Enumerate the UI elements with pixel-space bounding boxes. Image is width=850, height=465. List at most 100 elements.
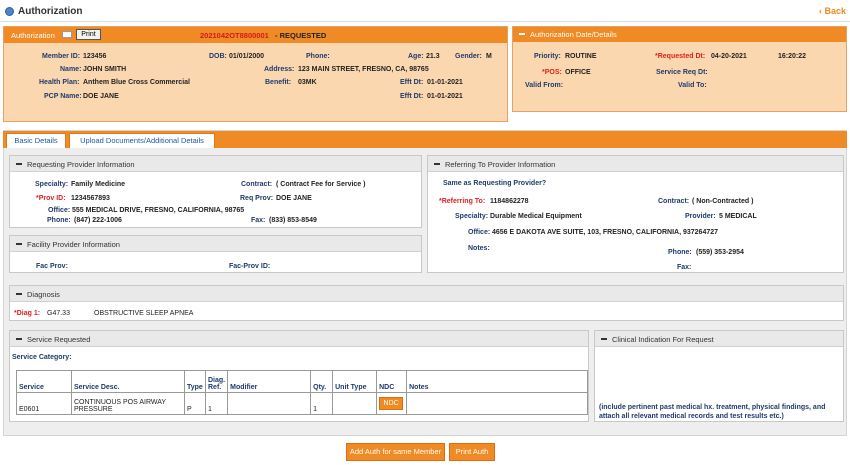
fax: (833) 853-8549 (269, 217, 317, 224)
tab-upload-documents[interactable]: Upload Documents/Additional Details (69, 133, 215, 148)
pcp-efft-dt-label: Efft Dt: (400, 93, 424, 100)
mail-icon[interactable] (62, 31, 72, 38)
diagnosis-panel: Diagnosis *Diag 1: G47.33 OBSTRUCTIVE SL… (9, 285, 844, 321)
auth-bar-label: Authorization (11, 31, 55, 40)
contract: ( Contract Fee for Service ) (276, 181, 366, 188)
priority-label: Priority: (534, 53, 561, 60)
diag1-label: *Diag 1: (14, 310, 41, 317)
prov-id: 1234567893 (71, 195, 110, 202)
address: 123 MAIN STREET, FRESNO, CA, 98765 (298, 66, 429, 73)
pcp-name: DOE JANE (83, 93, 119, 100)
requesting-provider-header: Requesting Provider Information (10, 156, 421, 172)
tab-basic-details[interactable]: Basic Details (6, 133, 66, 148)
service-diag-ref: 1 (204, 392, 229, 415)
referring-to-label: *Referring To: (439, 198, 486, 205)
specialty: Durable Medical Equipment (490, 213, 582, 220)
req-prov-label: Req Prov: (240, 195, 274, 202)
valid-from-label: Valid From: (525, 82, 564, 89)
referring-provider-header: Referring To Provider Information (428, 156, 843, 172)
diag1-desc: OBSTRUCTIVE SLEEP APNEA (94, 310, 194, 317)
title-divider (0, 21, 850, 22)
contract: ( Non-Contracted ) (692, 198, 754, 205)
specialty: Family Medicine (71, 181, 126, 188)
age: 21.3 (426, 53, 440, 60)
member-panel: Authorization Print 2021042OT8800001 - R… (3, 26, 508, 122)
print-button[interactable]: Print (76, 29, 101, 40)
fac-prov-id-label: Fac-Prov ID: (229, 263, 271, 270)
col-diag-ref: Diag. Ref. (204, 370, 229, 393)
diagnosis-header: Diagnosis (10, 286, 843, 302)
back-link[interactable]: ‹ Back (819, 6, 846, 16)
collapse-icon[interactable] (16, 293, 22, 295)
phone: (559) 353-2954 (696, 249, 744, 256)
collapse-icon[interactable] (601, 338, 607, 340)
age-label: Age: (408, 53, 424, 60)
auth-details-header: Authorization Date/Details (513, 27, 846, 42)
referring-to: 1184862278 (490, 198, 529, 205)
collapse-icon[interactable] (434, 163, 440, 165)
dob-label: DOB: (209, 53, 227, 60)
col-qty: Qty. (310, 370, 334, 393)
add-auth-same-member-button[interactable]: Add Auth for same Member (346, 443, 445, 461)
table-header-row: Service Service Desc. Type Diag. Ref. Mo… (16, 370, 588, 393)
collapse-icon[interactable] (519, 33, 525, 35)
fax-label: Fax: (677, 264, 692, 271)
auth-details-panel: Authorization Date/Details Priority: ROU… (512, 26, 847, 112)
ndc-button[interactable]: NDC (379, 397, 404, 410)
col-service: Service (16, 370, 72, 393)
requested-dt: 04-20-2021 (711, 53, 747, 60)
pcp-efft-dt: 01-01-2021 (427, 93, 463, 100)
requested-time: 16:20:22 (778, 53, 807, 60)
valid-to-label: Valid To: (678, 82, 707, 89)
member-id-label: Member ID: (42, 53, 81, 60)
service-desc: CONTINUOUS POS AIRWAY PRESSURE (71, 392, 185, 415)
service-table: Service Service Desc. Type Diag. Ref. Mo… (16, 370, 588, 415)
health-plan: Anthem Blue Cross Commercial (83, 79, 190, 86)
office: 555 MEDICAL DRIVE, FRESNO, CALIFORNIA, 9… (72, 207, 245, 214)
office-label: Office: (48, 207, 71, 214)
pos: OFFICE (565, 69, 591, 76)
req-prov: DOE JANE (276, 195, 312, 202)
clinical-indication-panel: Clinical Indication For Request (include… (594, 330, 844, 422)
service-category-label: Service Category: (12, 354, 72, 361)
diag1-code: G47.33 (47, 310, 70, 317)
name-label: Name: (60, 66, 82, 73)
service-modifier (227, 392, 312, 415)
phone-label: Phone: (306, 53, 330, 60)
service-code: E0601 (16, 392, 72, 415)
pos-label: *POS: (542, 69, 562, 76)
col-unit-type: Unit Type (332, 370, 378, 393)
facility-provider-header: Facility Provider Information (10, 236, 421, 252)
collapse-icon[interactable] (16, 243, 22, 245)
service-unit-type (332, 392, 378, 415)
notes-label: Notes: (468, 245, 490, 252)
print-auth-button[interactable]: Print Auth (449, 443, 495, 461)
efft-dt: 01-01-2021 (427, 79, 463, 86)
collapse-icon[interactable] (16, 163, 22, 165)
auth-status: - REQUESTED (275, 31, 327, 40)
auth-details-title: Authorization Date/Details (530, 30, 617, 39)
col-service-desc: Service Desc. (71, 370, 185, 393)
gender-label: Gender: (455, 53, 482, 60)
address-label: Address: (264, 66, 295, 73)
office-label: Office: (468, 229, 491, 236)
prov-id-label: *Prov ID: (36, 195, 66, 202)
phone: (847) 222-1006 (74, 217, 122, 224)
service-req-dt-label: Service Req Dt: (656, 69, 708, 76)
office: 4656 E DAKOTA AVE SUITE, 103, FRESNO, CA… (492, 229, 719, 236)
service-requested-header: Service Requested (10, 331, 588, 347)
facility-provider-panel: Facility Provider Information Fac Prov: … (9, 235, 422, 273)
member-id: 123456 (83, 53, 107, 60)
benefit: 03MK (298, 79, 317, 86)
specialty-label: Specialty: (35, 181, 69, 188)
ndc-cell: NDC (376, 392, 408, 415)
service-qty: 1 (310, 392, 334, 415)
referring-provider-panel: Referring To Provider Information Same a… (427, 155, 844, 273)
service-type: P (184, 392, 206, 415)
clinical-indication-input[interactable] (596, 348, 842, 400)
requested-dt-label: *Requested Dt: (655, 53, 706, 60)
collapse-icon[interactable] (16, 338, 22, 340)
table-row: E0601 CONTINUOUS POS AIRWAY PRESSURE P 1… (16, 392, 588, 415)
benefit-label: Benefit: (265, 79, 292, 86)
member-name: JOHN SMITH (83, 66, 127, 73)
